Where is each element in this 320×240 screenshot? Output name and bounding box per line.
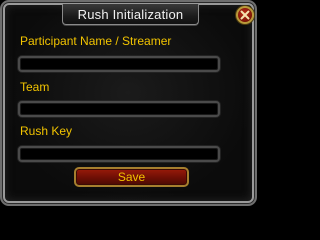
team-label: Team <box>20 80 50 94</box>
rush-key-label: Rush Key <box>20 124 73 138</box>
dialog-title: Rush Initialization <box>77 7 184 22</box>
close-x-icon <box>240 10 250 20</box>
save-button[interactable]: Save <box>74 167 189 187</box>
dialog-titlebar: Rush Initialization <box>62 4 199 25</box>
rush-key-input[interactable] <box>18 146 220 162</box>
participant-name-label: Participant Name / Streamer <box>20 34 172 48</box>
rush-initialization-dialog: Rush Initialization Participant Name / S… <box>0 0 257 206</box>
close-button[interactable] <box>236 6 254 24</box>
participant-name-input[interactable] <box>18 56 220 72</box>
team-input[interactable] <box>18 101 220 117</box>
